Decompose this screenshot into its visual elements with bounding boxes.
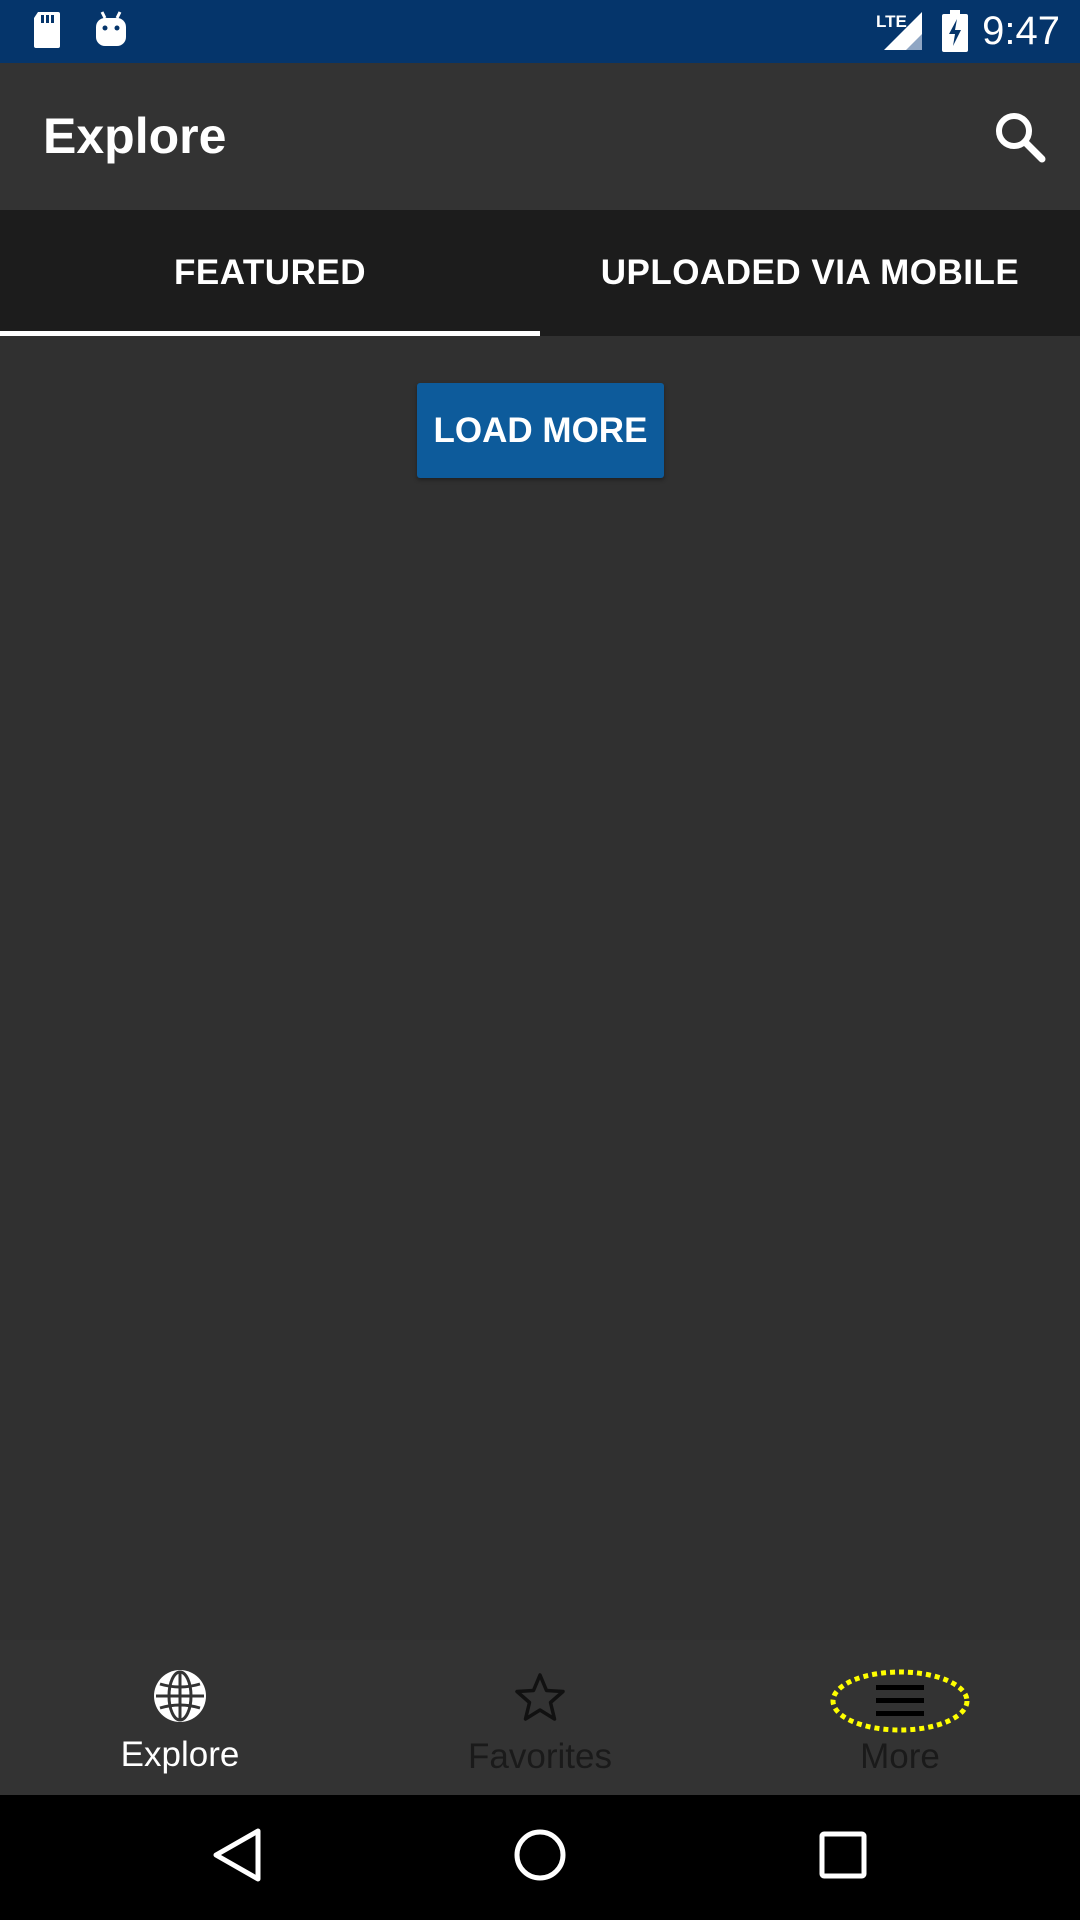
nav-label-more: More [860, 1737, 940, 1776]
search-button[interactable] [990, 107, 1050, 167]
menu-icon [830, 1669, 970, 1733]
tab-featured[interactable]: FEATURED [0, 210, 540, 336]
status-time: 9:47 [982, 9, 1060, 53]
recents-icon[interactable] [818, 1825, 868, 1885]
nav-label-explore: Explore [120, 1735, 240, 1774]
tab-indicator [0, 331, 540, 336]
page-title: Explore [43, 108, 227, 164]
system-nav-bar [0, 1795, 1080, 1920]
home-icon[interactable] [510, 1825, 570, 1885]
tab-uploaded-via-mobile-label: UPLOADED VIA MOBILE [600, 253, 1020, 292]
battery-charging-icon [942, 10, 968, 52]
lte-signal-icon [884, 12, 922, 50]
star-icon [515, 1673, 565, 1721]
status-bar: LTE 9:47 [0, 0, 1080, 63]
nav-item-favorites[interactable]: Favorites [360, 1640, 720, 1795]
nav-label-favorites: Favorites [468, 1737, 612, 1776]
globe-icon [154, 1670, 206, 1722]
nav-item-explore[interactable]: Explore [0, 1640, 360, 1795]
search-icon [996, 113, 1046, 163]
tab-featured-label: FEATURED [174, 253, 366, 292]
nav-item-more[interactable]: More [720, 1640, 1080, 1795]
android-debug-icon [96, 11, 126, 46]
tab-bar: FEATURED UPLOADED VIA MOBILE [0, 210, 1080, 336]
back-icon[interactable] [210, 1825, 264, 1885]
tab-uploaded-via-mobile[interactable]: UPLOADED VIA MOBILE [540, 210, 1080, 336]
load-more-button[interactable]: LOAD MORE [417, 383, 664, 478]
bottom-nav: Explore Favorites More [0, 1640, 1080, 1795]
sd-card-icon [34, 12, 60, 48]
app-bar: Explore [0, 63, 1080, 210]
